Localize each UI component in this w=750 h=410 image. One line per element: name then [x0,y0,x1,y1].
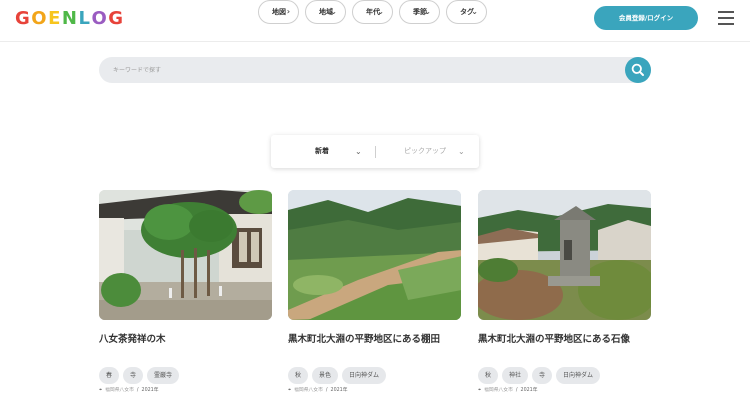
logo-letter: E [48,8,62,29]
post-year: 2021年 [141,388,159,393]
post-year: 2021年 [520,388,538,393]
logo-letter: O [91,8,109,29]
filter-season[interactable]: 季節 ⌄ [399,0,440,24]
tag-chip[interactable]: 寺 [532,367,553,384]
pin-icon: ⌖ [288,387,292,393]
post-title[interactable]: 黒木町北大淵の平野地区にある石像 [478,331,668,345]
post-year: 2021年 [330,388,348,393]
post-image[interactable] [478,190,651,320]
chevron-down-icon[interactable]: ⌄ [355,135,362,168]
post-image[interactable] [99,190,272,320]
filter-tag[interactable]: タグ ⌄ [446,0,487,24]
chevron-down-icon: ⌄ [471,7,478,16]
chevron-right-icon: › [286,7,290,16]
filter-era[interactable]: 年代 ⌄ [352,0,393,24]
logo-letter: N [61,8,79,29]
post-meta: ⌖ 福岡県八女市/2021年 [288,386,348,394]
post-tags: 秋神社寺日向神ダム [478,362,604,384]
chevron-down-icon: ⌄ [377,7,384,16]
post-meta: ⌖ 福岡県八女市/2021年 [99,386,159,394]
site-logo[interactable]: GOENLOG [15,9,125,29]
tag-chip[interactable]: 寺 [123,367,144,384]
hamburger-icon[interactable] [718,11,734,25]
tag-chip[interactable]: 秋 [478,367,499,384]
sort-option-new[interactable]: 新着 [315,135,329,168]
logo-letter: G [15,8,32,29]
tag-chip[interactable]: 霊巌寺 [147,367,180,384]
tag-chip[interactable]: 日向神ダム [342,367,387,384]
post-tags: 秋景色 日向神ダム [288,362,390,384]
sort-selector: 新着 ⌄ ピックアップ ⌄ [271,135,479,168]
meta-separator: / [325,388,328,393]
search-button[interactable] [625,57,651,83]
tag-chip[interactable]: 秋 [288,367,309,384]
sort-label: ピックアップ [404,147,446,155]
post-meta: ⌖ 福岡県八女市/2021年 [478,386,538,394]
tag-chip[interactable]: 神社 [502,367,529,384]
meta-separator: / [515,388,518,393]
tag-chip[interactable]: 春 [99,367,120,384]
tag-chip[interactable]: 日向神ダム [556,367,601,384]
chevron-down-icon[interactable]: ⌄ [458,135,465,168]
logo-letter: O [31,8,49,29]
filter-region[interactable]: 地域 ⌄ [305,0,346,24]
chevron-down-icon: ⌄ [330,7,337,16]
tag-chip[interactable]: 景色 [312,367,339,384]
logo-letter: L [78,8,92,29]
filter-label: 地図 [272,8,286,16]
sort-option-pickup[interactable]: ピックアップ [404,135,446,168]
sort-divider [375,146,376,158]
post-location: 福岡県八女市 [105,388,134,393]
post-title[interactable]: 黒木町北大淵の平野地区にある棚田 [288,331,478,345]
sort-label: 新着 [315,147,329,155]
login-button[interactable]: 会員登録/ログイン [594,6,698,30]
post-tags: 春寺霊巌寺 [99,362,183,384]
pin-icon: ⌖ [99,387,103,393]
post-location: 福岡県八女市 [294,388,323,393]
meta-separator: / [136,388,139,393]
post-title[interactable]: 八女茶発祥の木 [99,331,289,345]
pin-icon: ⌖ [478,387,482,393]
chevron-down-icon: ⌄ [424,7,431,16]
search-icon [631,63,644,76]
post-image[interactable] [288,190,461,320]
post-location: 福岡県八女市 [484,388,513,393]
logo-letter: G [108,8,125,29]
search-bar [99,57,651,83]
filter-map[interactable]: 地図 › [258,0,299,24]
search-input[interactable] [99,57,624,83]
